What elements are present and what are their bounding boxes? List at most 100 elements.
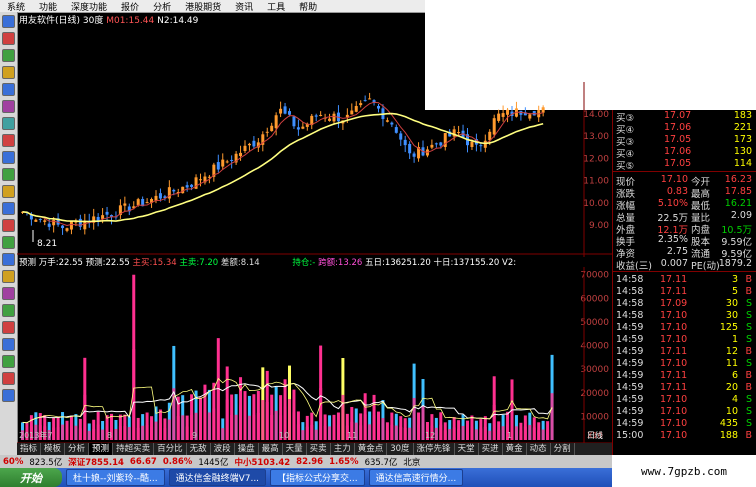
volume-bar-inner <box>123 426 127 440</box>
bid-row: 买③ 17.05 173 <box>616 134 754 148</box>
candle-body <box>158 193 162 199</box>
tick-price: 17.10 <box>660 418 688 429</box>
candle-body <box>430 144 434 148</box>
volume-bar-inner <box>523 426 527 440</box>
tab-indicator[interactable]: 主力 <box>331 443 355 455</box>
bid-row: 买④ 17.06 221 <box>616 122 754 136</box>
ma1-line <box>22 101 544 227</box>
toolbar-tool-icon[interactable] <box>2 15 15 28</box>
divider <box>613 271 756 272</box>
tab-indicator[interactable]: 黄金点 <box>355 443 388 455</box>
volume-bar-inner <box>439 424 443 440</box>
volume-bar-inner <box>252 414 256 440</box>
toolbar-tool-icon[interactable] <box>2 372 15 385</box>
taskbar-item-music[interactable]: 杜十娘--刘紫玲--酷... <box>66 469 165 486</box>
toolbar-tool-icon[interactable] <box>2 304 15 317</box>
tab-indicator[interactable]: 买卖 <box>307 443 331 455</box>
toolbar-tool-icon[interactable] <box>2 168 15 181</box>
menu-item[interactable]: 港股期货 <box>178 0 228 13</box>
status-turnover: 1445亿 <box>198 457 229 468</box>
status-index[interactable]: 深证7855.14 <box>65 456 127 468</box>
volume-bar-inner <box>221 428 225 440</box>
volume-bar-inner <box>145 424 149 440</box>
toolbar-tool-icon[interactable] <box>2 287 15 300</box>
tab-indicator[interactable]: 最高 <box>259 443 283 455</box>
tab-indicator[interactable]: 30度 <box>387 443 414 455</box>
candle-body <box>252 140 256 147</box>
tab-indicator[interactable]: 波段 <box>211 443 235 455</box>
menu-item[interactable]: 工具 <box>260 0 292 13</box>
tick-volume: 435 <box>719 418 738 429</box>
volume-bar-inner <box>532 427 536 440</box>
toolbar-tool-icon[interactable] <box>2 338 15 351</box>
toolbar-tool-icon[interactable] <box>2 270 15 283</box>
toolbar-tool-icon[interactable] <box>2 32 15 45</box>
tick-time: 14:59 <box>616 394 644 405</box>
bid-price: 17.06 <box>664 122 692 133</box>
tab-indicator[interactable]: 持超买卖 <box>113 443 155 455</box>
taskbar-item-tdx[interactable]: 通达信金融终端V7... <box>168 469 267 486</box>
toolbar-tool-icon[interactable] <box>2 236 15 249</box>
toolbar-tool-icon[interactable] <box>2 100 15 113</box>
candle-body <box>199 179 202 181</box>
tab-indicator[interactable]: 涨停先锋 <box>414 443 455 455</box>
tab-indicator[interactable]: 分割 <box>551 443 575 455</box>
toolbar-tool-icon[interactable] <box>2 151 15 164</box>
candle-body <box>225 161 229 163</box>
toolbar-tool-icon[interactable] <box>2 202 15 215</box>
tab-indicator[interactable]: 模板 <box>41 443 66 455</box>
taskbar-item-forum[interactable]: 【指标公式分享交... <box>270 469 365 486</box>
toolbar-tool-icon[interactable] <box>2 83 15 96</box>
toolbar-tool-icon[interactable] <box>2 355 15 368</box>
stat-label: PE(动) <box>691 261 720 272</box>
volume-bar-inner <box>230 414 234 440</box>
status-region: 北京 <box>403 457 421 468</box>
toolbar-tool-icon[interactable] <box>2 185 15 198</box>
toolbar-tool-icon[interactable] <box>2 219 15 232</box>
tick-price: 17.10 <box>660 334 688 345</box>
toolbar-tool-icon[interactable] <box>2 66 15 79</box>
volume-bar-inner <box>377 424 380 440</box>
volume-bar-inner <box>479 428 483 440</box>
menu-item[interactable]: 分析 <box>146 0 178 13</box>
tick-row: 14:58 17.09 30 S <box>616 298 754 310</box>
tab-indicator[interactable]: 预测 <box>89 443 114 455</box>
menu-item[interactable]: 功能 <box>32 0 64 13</box>
toolbar-tool-icon[interactable] <box>2 134 15 147</box>
toolbar-tool-icon[interactable] <box>2 49 15 62</box>
stat-value: 17.10 <box>660 174 688 185</box>
tick-row: 14:59 17.11 6 B <box>616 370 754 382</box>
chart-canvas[interactable]: 14.00 13.00 12.00 11.00 10.00 9.00 8.21 70000 60… <box>17 12 612 443</box>
tab-indicator[interactable]: 买进 <box>479 443 503 455</box>
tick-side: S <box>745 322 752 333</box>
volume-bar-inner <box>381 418 385 440</box>
candle-body <box>47 223 51 227</box>
toolbar-tool-icon[interactable] <box>2 389 15 402</box>
taskbar-item-quote[interactable]: 通达信高速行情分... <box>368 469 464 486</box>
status-change-pct: 0.86% <box>162 456 193 467</box>
menu-item[interactable]: 系统 <box>0 0 32 13</box>
menu-item[interactable]: 报价 <box>114 0 146 13</box>
date-label: 1 <box>507 431 512 440</box>
menu-item[interactable]: 资讯 <box>228 0 260 13</box>
tab-indicator[interactable]: 无敌 <box>187 443 211 455</box>
tick-time: 14:59 <box>616 334 644 345</box>
start-label: 开始 <box>20 471 42 485</box>
tab-indicator[interactable]: 分析 <box>65 443 90 455</box>
tab-indicator[interactable]: 指标 <box>17 443 42 455</box>
start-button[interactable]: 开始 <box>0 468 62 487</box>
tab-indicator[interactable]: 天量 <box>283 443 307 455</box>
toolbar-tool-icon[interactable] <box>2 321 15 334</box>
menu-item[interactable]: 帮助 <box>292 0 324 13</box>
toolbar-tool-icon[interactable] <box>2 253 15 266</box>
tab-indicator[interactable]: 动态 <box>527 443 551 455</box>
tab-indicator[interactable]: 操盘 <box>235 443 259 455</box>
tab-indicator[interactable]: 天堂 <box>455 443 479 455</box>
tab-indicator[interactable]: 百分比 <box>154 443 187 455</box>
menu-item[interactable]: 深度功能 <box>64 0 114 13</box>
stat-value: 5.10% <box>657 198 688 209</box>
toolbar-tool-icon[interactable] <box>2 117 15 130</box>
status-mid-index[interactable]: 中小5103.42 <box>231 456 293 468</box>
tab-indicator[interactable]: 黄金 <box>503 443 527 455</box>
price-tick-label: 11.00 <box>583 177 609 187</box>
